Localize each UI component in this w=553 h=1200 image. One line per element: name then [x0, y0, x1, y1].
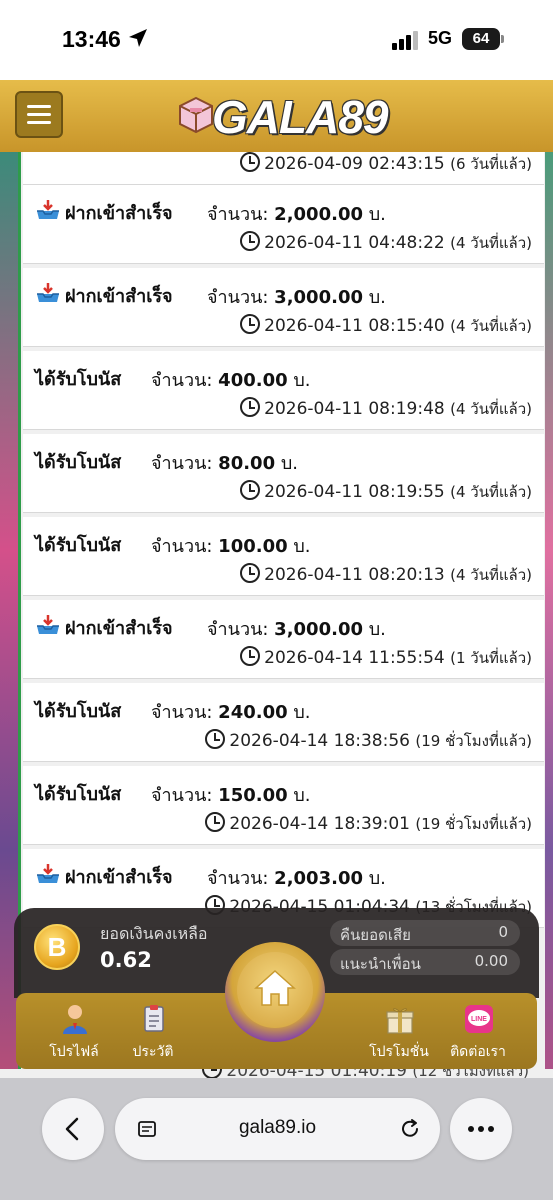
nav-history-label: ประวัติ	[132, 1044, 174, 1060]
more-button[interactable]	[450, 1098, 512, 1160]
menu-icon	[27, 105, 51, 108]
tx-time: 2026-04-14 18:38:56 (19 ชั่วโมงที่แล้ว)	[205, 729, 532, 753]
nav-promotion-label: โปรโมชั่น	[369, 1044, 429, 1060]
nav-contact[interactable]: LINE ติดต่อเรา	[438, 1001, 518, 1065]
tx-type: ได้รับโบนัส	[35, 784, 122, 805]
tx-type: ได้รับโบนัส	[35, 452, 122, 473]
signal-icon	[392, 31, 418, 50]
network-label: 5G	[428, 28, 453, 48]
back-button[interactable]	[42, 1098, 104, 1160]
logo-text[interactable]: GALA89	[212, 90, 388, 144]
nav-history[interactable]: ประวัติ	[113, 1001, 193, 1065]
tx-type: ได้รับโบนัส	[35, 369, 122, 390]
table-row: ฝากเข้าสำเร็จ จำนวน: 2,000.00 บ. 2026-04…	[23, 185, 544, 264]
url-text[interactable]: gala89.io	[115, 1117, 440, 1139]
app-header: GALA89	[0, 80, 553, 152]
tx-type: ได้รับโบนัส	[35, 701, 122, 722]
battery-icon: 64	[462, 28, 504, 50]
reload-icon[interactable]	[398, 1117, 422, 1141]
home-icon	[254, 969, 296, 1006]
tx-amount: จำนวน: 3,000.00 บ.	[207, 287, 386, 308]
table-row: ได้รับโบนัส จำนวน: 80.00 บ. 2026-04-11 0…	[23, 434, 544, 513]
profile-icon	[63, 1005, 87, 1034]
home-button[interactable]	[225, 942, 325, 1042]
clock-icon	[240, 152, 261, 172]
tx-type: ฝากเข้าสำเร็จ	[65, 867, 173, 888]
tx-amount: จำนวน: 240.00 บ.	[151, 702, 311, 723]
deposit-tray-icon	[37, 200, 59, 219]
table-row: ได้รับโบนัส จำนวน: 100.00 บ. 2026-04-11 …	[23, 517, 544, 596]
cashback-label: คืนยอดเสีย	[340, 926, 411, 944]
tx-time: 2026-04-09 02:43:15 (6 วันที่แล้ว)	[240, 152, 532, 176]
browser-toolbar: gala89.io	[0, 1078, 553, 1200]
balance-value: 0.62	[100, 948, 152, 972]
tx-type: ฝากเข้าสำเร็จ	[65, 286, 173, 307]
history-icon	[144, 1005, 164, 1032]
logo-box-icon	[179, 96, 213, 134]
status-time: 13:46	[62, 26, 121, 52]
nav-profile[interactable]: โปรไฟล์	[34, 1001, 114, 1065]
tx-time: 2026-04-11 08:20:13 (4 วันที่แล้ว)	[240, 563, 532, 587]
tx-time: 2026-04-11 08:19:48 (4 วันที่แล้ว)	[240, 397, 532, 421]
address-bar[interactable]: gala89.io	[115, 1098, 440, 1160]
cashback-value: 0	[498, 923, 508, 941]
clock-icon	[240, 314, 261, 334]
nav-contact-label: ติดต่อเรา	[450, 1044, 506, 1060]
tx-amount: จำนวน: 2,003.00 บ.	[207, 868, 386, 889]
deposit-tray-icon	[37, 864, 59, 883]
tx-type: ฝากเข้าสำเร็จ	[65, 203, 173, 224]
battery-level: 64	[462, 28, 500, 50]
status-bar: 13:46 5G 64	[0, 0, 553, 80]
table-row: 2026-04-09 02:43:15 (6 วันที่แล้ว)	[23, 152, 544, 185]
line-icon: LINE	[465, 1005, 493, 1033]
deposit-tray-icon	[37, 615, 59, 634]
tx-amount: จำนวน: 150.00 บ.	[151, 785, 311, 806]
clock-icon	[240, 563, 261, 583]
nav-profile-label: โปรไฟล์	[49, 1044, 99, 1060]
clock-icon	[240, 231, 261, 251]
balance-label: ยอดเงินคงเหลือ	[100, 924, 208, 943]
clock-icon	[240, 646, 261, 666]
clock-icon	[240, 480, 261, 500]
tx-time: 2026-04-11 08:15:40 (4 วันที่แล้ว)	[240, 314, 532, 338]
table-row: ได้รับโบนัส จำนวน: 240.00 บ. 2026-04-14 …	[23, 683, 544, 762]
back-icon	[65, 1117, 79, 1141]
tx-amount: จำนวน: 2,000.00 บ.	[207, 204, 386, 225]
tx-type: ได้รับโบนัส	[35, 535, 122, 556]
tx-type: ฝากเข้าสำเร็จ	[65, 618, 173, 639]
tx-time: 2026-04-14 18:39:01 (19 ชั่วโมงที่แล้ว)	[205, 812, 532, 836]
tx-time: 2026-04-11 08:19:55 (4 วันที่แล้ว)	[240, 480, 532, 504]
cashback-pill[interactable]: คืนยอดเสีย 0	[330, 920, 520, 946]
location-arrow-icon	[129, 29, 147, 47]
tx-amount: จำนวน: 100.00 บ.	[151, 536, 311, 557]
referral-value: 0.00	[474, 952, 508, 970]
clock-icon	[205, 729, 226, 749]
referral-pill[interactable]: แนะนำเพื่อน 0.00	[330, 949, 520, 975]
gift-icon	[386, 1008, 414, 1034]
clock-icon	[205, 812, 226, 832]
table-row: ฝากเข้าสำเร็จ จำนวน: 3,000.00 บ. 2026-04…	[23, 600, 544, 679]
line-badge-text: LINE	[471, 1016, 487, 1023]
table-row: ฝากเข้าสำเร็จ จำนวน: 3,000.00 บ. 2026-04…	[23, 268, 544, 347]
menu-button[interactable]	[15, 91, 63, 138]
tx-amount: จำนวน: 400.00 บ.	[151, 370, 311, 391]
tx-time: 2026-04-11 04:48:22 (4 วันที่แล้ว)	[240, 231, 532, 255]
referral-label: แนะนำเพื่อน	[340, 955, 421, 973]
coin-icon: B	[34, 924, 80, 970]
more-icon	[468, 1126, 494, 1132]
tx-time: 2026-04-14 11:55:54 (1 วันที่แล้ว)	[240, 646, 532, 670]
tx-amount: จำนวน: 80.00 บ.	[151, 453, 298, 474]
clock-icon	[240, 397, 261, 417]
table-row: ได้รับโบนัส จำนวน: 400.00 บ. 2026-04-11 …	[23, 351, 544, 430]
tx-amount: จำนวน: 3,000.00 บ.	[207, 619, 386, 640]
deposit-tray-icon	[37, 283, 59, 302]
nav-promotion[interactable]: โปรโมชั่น	[359, 1001, 439, 1065]
table-row: ได้รับโบนัส จำนวน: 150.00 บ. 2026-04-14 …	[23, 766, 544, 845]
